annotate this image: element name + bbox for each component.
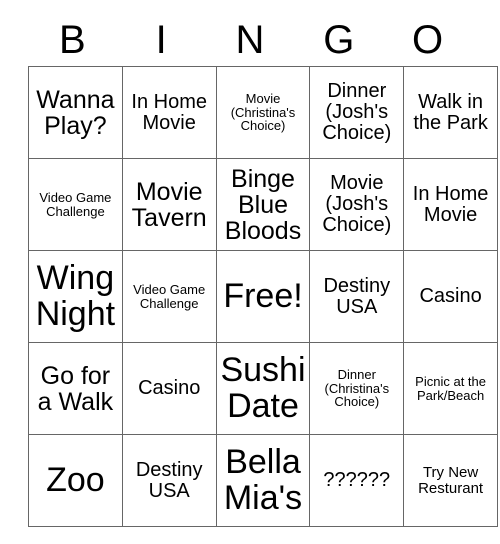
bingo-cell-label: Movie Tavern — [131, 177, 207, 232]
bingo-cell-label: Dinner (Christina's Choice) — [324, 367, 390, 410]
bingo-cell-label: Picnic at the Park/Beach — [415, 373, 486, 403]
bingo-cell-label: Destiny USA — [323, 274, 391, 318]
bingo-cell-label: Go for a Walk — [37, 361, 114, 416]
bingo-cell-label: Wanna Play? — [36, 85, 115, 140]
bingo-cell-label: Casino — [419, 285, 482, 308]
bingo-cell[interactable]: Binge Blue Bloods — [215, 158, 311, 251]
bingo-cell[interactable]: Casino — [121, 342, 217, 435]
bingo-cell[interactable]: Casino — [403, 250, 498, 343]
bingo-row: Zoo Destiny USA Bella Mia's ?????? Try N… — [28, 434, 498, 527]
bingo-header-letter-g: G — [323, 18, 355, 62]
bingo-cell-label: In Home Movie — [412, 182, 489, 226]
bingo-cell[interactable]: Go for a Walk — [28, 342, 123, 435]
bingo-card: B I N G O Wanna Play? In Home Movie Movi… — [28, 14, 498, 527]
bingo-cell[interactable]: Sushi Date — [215, 342, 311, 435]
bingo-cell[interactable]: Movie Tavern — [121, 158, 217, 251]
bingo-cell-label: Try New Resturant — [418, 463, 484, 497]
bingo-header-letter-b: B — [59, 18, 86, 62]
bingo-cell[interactable]: Wing Night — [28, 250, 123, 343]
bingo-cell-label: In Home Movie — [131, 90, 207, 134]
bingo-cell[interactable]: ?????? — [309, 434, 405, 527]
bingo-cell-label: Casino — [138, 377, 201, 400]
bingo-cell[interactable]: Video Game Challenge — [28, 158, 123, 251]
bingo-cell-label: ?????? — [323, 469, 391, 492]
bingo-cell[interactable]: Destiny USA — [121, 434, 217, 527]
bingo-cell-free[interactable]: Free! — [215, 250, 311, 343]
bingo-cell[interactable]: Destiny USA — [309, 250, 405, 343]
bingo-cell[interactable]: Walk in the Park — [403, 66, 498, 159]
bingo-cell[interactable]: Wanna Play? — [28, 66, 123, 159]
bingo-row: Video Game Challenge Movie Tavern Binge … — [28, 158, 498, 251]
bingo-cell[interactable]: Zoo — [28, 434, 123, 527]
bingo-row: Go for a Walk Casino Sushi Date Dinner (… — [28, 342, 498, 435]
bingo-row: Wing Night Video Game Challenge Free! De… — [28, 250, 498, 343]
bingo-cell[interactable]: Dinner (Christina's Choice) — [309, 342, 405, 435]
bingo-cell-label: Dinner (Josh's Choice) — [322, 80, 392, 144]
bingo-cell[interactable]: Dinner (Josh's Choice) — [309, 66, 405, 159]
bingo-cell-label: Destiny USA — [135, 458, 203, 502]
bingo-grid: Wanna Play? In Home Movie Movie (Christi… — [28, 66, 498, 527]
bingo-cell[interactable]: In Home Movie — [403, 158, 498, 251]
bingo-cell-label: Movie (Christina's Choice) — [230, 91, 296, 134]
bingo-cell[interactable]: In Home Movie — [121, 66, 217, 159]
bingo-cell[interactable]: Bella Mia's — [215, 434, 311, 527]
bingo-cell[interactable]: Movie (Josh's Choice) — [309, 158, 405, 251]
bingo-cell-label: Video Game Challenge — [39, 189, 112, 219]
bingo-cell-label: Free! — [223, 276, 303, 315]
bingo-cell[interactable]: Try New Resturant — [403, 434, 498, 527]
bingo-header: B I N G O — [28, 14, 472, 66]
bingo-header-letter-n: N — [235, 18, 265, 62]
bingo-cell-label: Zoo — [46, 460, 105, 499]
bingo-header-letter-i: I — [155, 18, 167, 62]
bingo-cell-label: Wing Night — [35, 259, 116, 333]
bingo-cell-label: Walk in the Park — [413, 90, 488, 134]
bingo-cell[interactable]: Movie (Christina's Choice) — [215, 66, 311, 159]
bingo-cell-label: Bella Mia's — [223, 443, 303, 517]
bingo-cell-label: Video Game Challenge — [133, 281, 206, 311]
bingo-cell-label: Movie (Josh's Choice) — [322, 172, 392, 236]
bingo-row: Wanna Play? In Home Movie Movie (Christi… — [28, 66, 498, 159]
bingo-cell[interactable]: Picnic at the Park/Beach — [403, 342, 498, 435]
bingo-cell-label: Sushi Date — [220, 351, 306, 425]
bingo-header-letter-o: O — [412, 18, 444, 62]
bingo-cell[interactable]: Video Game Challenge — [121, 250, 217, 343]
bingo-cell-label: Binge Blue Bloods — [224, 164, 302, 245]
